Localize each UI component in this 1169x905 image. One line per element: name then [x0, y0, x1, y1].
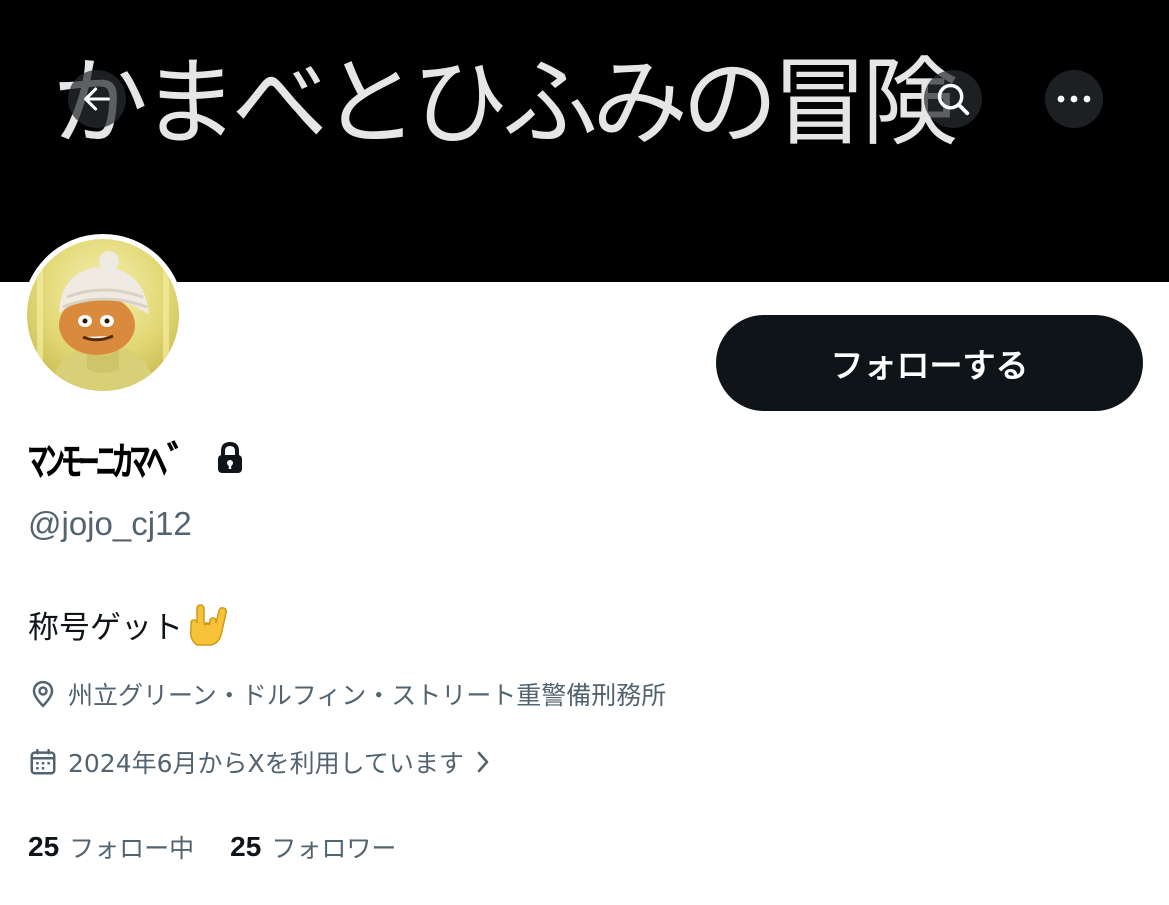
location-pin-icon [28, 678, 58, 710]
location-text: 州立グリーン・ドルフィン・ストリート重警備刑務所 [68, 681, 667, 710]
follow-button[interactable]: フォローする [716, 315, 1143, 411]
followers-link[interactable]: 25 フォロワー [230, 829, 396, 865]
followers-label: フォロワー [271, 834, 397, 863]
followers-count: 25 [230, 831, 262, 862]
avatar[interactable] [22, 234, 184, 396]
following-link[interactable]: 25 フォロー中 [28, 829, 194, 865]
following-count: 25 [28, 831, 60, 862]
user-handle: @jojo_cj12 [28, 505, 192, 542]
search-icon [937, 83, 970, 116]
chevron-right-icon [474, 749, 492, 775]
banner-text: かまべとひふみの冒険 [52, 47, 958, 159]
avatar-image [27, 239, 179, 391]
location: 州立グリーン・ドルフィン・ストリート重警備刑務所 [28, 674, 666, 714]
joined-date[interactable]: 2024年6月からXを利用しています [28, 742, 492, 782]
follow-stats: 25 フォロー中 25 フォロワー [28, 826, 432, 868]
arrow-left-icon [84, 87, 110, 111]
search-button[interactable] [924, 70, 982, 128]
calendar-icon [28, 747, 58, 777]
bio: 称号ゲット [28, 598, 229, 650]
more-button[interactable] [1045, 70, 1103, 128]
following-label: フォロー中 [69, 834, 195, 863]
name-row: ﾏﾝﾓｰﾆｶﾏﾍﾞ [28, 426, 246, 490]
back-button[interactable] [68, 70, 126, 128]
joined-text: 2024年6月からXを利用しています [68, 749, 464, 778]
display-name: ﾏﾝﾓｰﾆｶﾏﾍﾞ [28, 439, 187, 485]
bio-text: 称号ゲット [28, 609, 183, 646]
love-you-gesture-emoji [185, 601, 229, 647]
more-icon [1057, 95, 1091, 103]
lock-icon [214, 441, 246, 475]
